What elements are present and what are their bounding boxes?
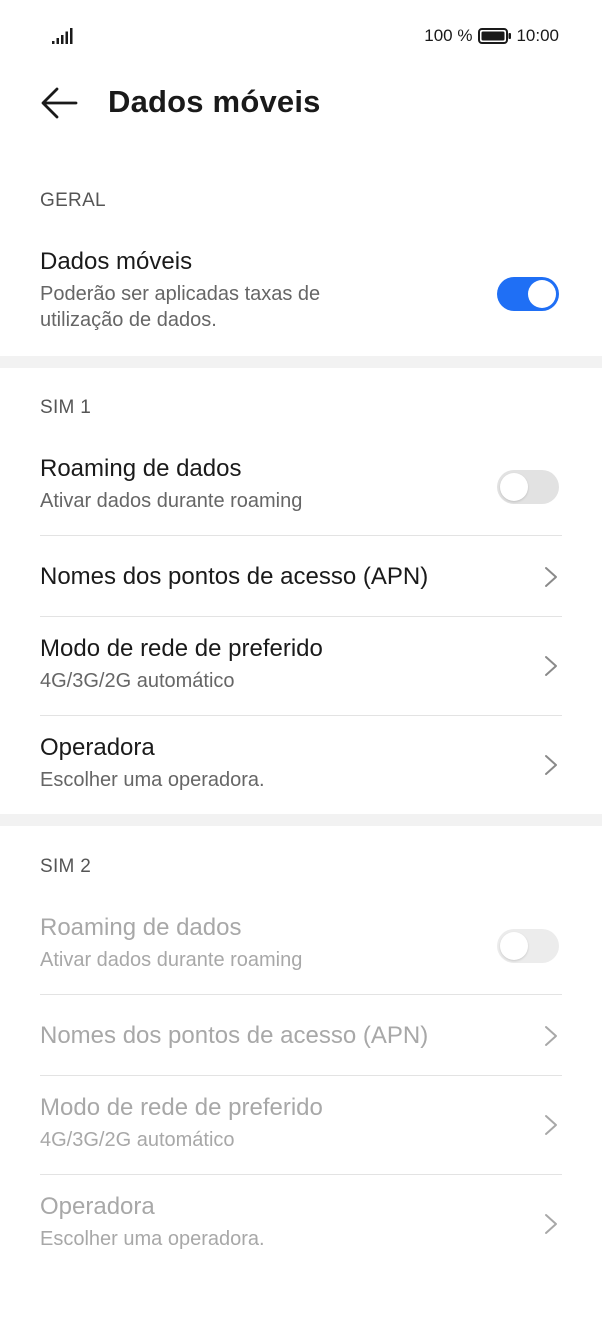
divider bbox=[40, 715, 562, 716]
sim1-roaming-subtitle: Ativar dados durante roaming bbox=[40, 490, 303, 512]
sim2-network-mode-title: Modo de rede de preferido bbox=[40, 1094, 323, 1121]
chevron-right-icon bbox=[545, 567, 557, 587]
back-arrow-icon[interactable] bbox=[40, 86, 78, 120]
sim2-operator-row[interactable]: Operadora Escolher uma operadora. bbox=[40, 1192, 562, 1252]
chevron-right-icon bbox=[545, 1214, 557, 1234]
sim1-operator-row[interactable]: Operadora Escolher uma operadora. bbox=[40, 733, 562, 793]
chevron-right-icon bbox=[545, 1115, 557, 1135]
clock: 10:00 bbox=[516, 26, 559, 45]
divider bbox=[40, 1075, 562, 1076]
sim1-roaming-toggle[interactable] bbox=[497, 470, 559, 504]
sim2-operator-title: Operadora bbox=[40, 1193, 155, 1220]
mobile-data-row[interactable]: Dados móveis Poderão ser aplicadas taxas… bbox=[40, 247, 562, 333]
section-label-general: GERAL bbox=[40, 190, 106, 211]
sim2-network-mode-subtitle: 4G/3G/2G automático bbox=[40, 1129, 235, 1151]
sim1-network-mode-subtitle: 4G/3G/2G automático bbox=[40, 670, 235, 692]
section-label-sim2: SIM 2 bbox=[40, 856, 92, 877]
app-header: Dados móveis bbox=[0, 72, 602, 136]
toggle-knob bbox=[500, 932, 528, 960]
sim2-roaming-subtitle: Ativar dados durante roaming bbox=[40, 949, 303, 971]
page-title: Dados móveis bbox=[108, 84, 321, 119]
sim2-apn-title: Nomes dos pontos de acesso (APN) bbox=[40, 1022, 429, 1049]
chevron-right-icon bbox=[545, 1026, 557, 1046]
sim1-network-mode-row[interactable]: Modo de rede de preferido 4G/3G/2G autom… bbox=[40, 634, 562, 694]
sim1-apn-row[interactable]: Nomes dos pontos de acesso (APN) bbox=[40, 562, 562, 592]
sim2-roaming-title: Roaming de dados bbox=[40, 914, 242, 941]
sim2-operator-subtitle: Escolher uma operadora. bbox=[40, 1228, 265, 1250]
sim1-operator-subtitle: Escolher uma operadora. bbox=[40, 769, 265, 791]
mobile-data-toggle[interactable] bbox=[497, 277, 559, 311]
mobile-data-subtitle: Poderão ser aplicadas taxas de utilizaçã… bbox=[40, 283, 321, 331]
chevron-right-icon bbox=[545, 755, 557, 775]
chevron-right-icon bbox=[545, 656, 557, 676]
sim1-roaming-row[interactable]: Roaming de dados Ativar dados durante ro… bbox=[40, 454, 562, 514]
sim1-roaming-title: Roaming de dados bbox=[40, 455, 242, 482]
section-label-sim1: SIM 1 bbox=[40, 397, 92, 418]
battery-percent: 100 % bbox=[424, 26, 473, 45]
divider bbox=[40, 994, 562, 995]
section-separator bbox=[0, 356, 602, 368]
sim2-roaming-toggle[interactable] bbox=[497, 929, 559, 963]
status-bar: 100 % 10:00 bbox=[0, 0, 602, 72]
divider bbox=[40, 1174, 562, 1175]
divider bbox=[40, 535, 562, 536]
sim2-network-mode-row[interactable]: Modo de rede de preferido 4G/3G/2G autom… bbox=[40, 1093, 562, 1153]
toggle-knob bbox=[528, 280, 556, 308]
battery-icon bbox=[478, 28, 512, 44]
divider bbox=[40, 616, 562, 617]
signal-strength-icon bbox=[52, 28, 73, 44]
sim1-apn-title: Nomes dos pontos de acesso (APN) bbox=[40, 563, 429, 590]
sim1-network-mode-title: Modo de rede de preferido bbox=[40, 635, 323, 662]
sim1-operator-title: Operadora bbox=[40, 734, 155, 761]
sim2-apn-row[interactable]: Nomes dos pontos de acesso (APN) bbox=[40, 1021, 562, 1051]
sim2-roaming-row[interactable]: Roaming de dados Ativar dados durante ro… bbox=[40, 913, 562, 973]
mobile-data-title: Dados móveis bbox=[40, 248, 193, 275]
section-separator bbox=[0, 814, 602, 826]
toggle-knob bbox=[500, 473, 528, 501]
